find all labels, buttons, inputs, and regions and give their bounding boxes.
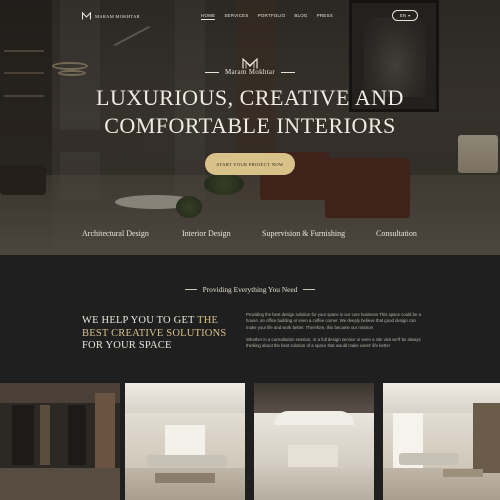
- headline-part-2: FOR YOUR SPACE: [82, 340, 172, 351]
- brand-monogram-icon: [242, 56, 258, 69]
- hero-title: LUXURIOUS, CREATIVE AND COMFORTABLE INTE…: [0, 84, 500, 140]
- about-headline: WE HELP YOU TO GET THE BEST CREATIVE SOL…: [82, 315, 242, 353]
- hero-brand-name: Maram Mokhtar: [225, 68, 275, 76]
- headline-part-1: WE HELP YOU TO GET: [82, 315, 198, 326]
- portfolio-gallery: [0, 383, 500, 500]
- divider: [205, 71, 219, 73]
- section-heading: Providing Everything You Need: [202, 285, 298, 294]
- services-bar: Architectural Design Interior Design Sup…: [0, 229, 500, 241]
- nav-link-blog[interactable]: BLOG: [294, 13, 307, 20]
- service-consultation[interactable]: Consultation: [376, 229, 417, 238]
- gallery-photo[interactable]: [383, 383, 500, 500]
- section-heading-row: Providing Everything You Need: [0, 285, 500, 294]
- chevron-down-icon: ▾: [408, 13, 411, 18]
- hero-section: MARAM MOKHTAR HOME SERVICES PORTFOLIO BL…: [0, 0, 500, 255]
- start-project-button[interactable]: START YOUR PROJECT NOW: [205, 153, 295, 175]
- nav-link-press[interactable]: PRESS: [317, 13, 333, 20]
- language-label: EN: [399, 13, 407, 18]
- mm-monogram-icon: [82, 12, 91, 20]
- divider: [303, 289, 316, 290]
- divider: [184, 289, 197, 290]
- service-architectural-design[interactable]: Architectural Design: [82, 229, 149, 238]
- nav-links: HOME SERVICES PORTFOLIO BLOG PRESS: [201, 13, 333, 20]
- hero-title-line-1: LUXURIOUS, CREATIVE AND: [96, 85, 404, 110]
- logo-text: MARAM MOKHTAR: [95, 13, 140, 19]
- about-section: Providing Everything You Need WE HELP YO…: [0, 255, 500, 500]
- gallery-photo[interactable]: [125, 383, 245, 500]
- nav-link-portfolio[interactable]: PORTFOLIO: [258, 13, 286, 20]
- about-paragraph-1: Providing the best design solution for y…: [246, 312, 421, 330]
- logo[interactable]: MARAM MOKHTAR: [82, 12, 140, 20]
- about-paragraph-2: Whether in a consultation session, or a …: [246, 337, 421, 349]
- nav-link-services[interactable]: SERVICES: [224, 13, 248, 20]
- nav-link-home[interactable]: HOME: [201, 13, 216, 20]
- hero-brand-row: Maram Mokhtar: [0, 68, 500, 76]
- top-navigation: MARAM MOKHTAR HOME SERVICES PORTFOLIO BL…: [0, 9, 500, 25]
- service-supervision-furnishing[interactable]: Supervision & Furnishing: [262, 229, 345, 238]
- service-interior-design[interactable]: Interior Design: [182, 229, 231, 238]
- language-selector[interactable]: EN ▾: [392, 10, 418, 21]
- hero-title-line-2: COMFORTABLE INTERIORS: [104, 113, 396, 138]
- gallery-photo[interactable]: [0, 383, 120, 500]
- gallery-photo[interactable]: [254, 383, 374, 500]
- divider: [280, 71, 295, 73]
